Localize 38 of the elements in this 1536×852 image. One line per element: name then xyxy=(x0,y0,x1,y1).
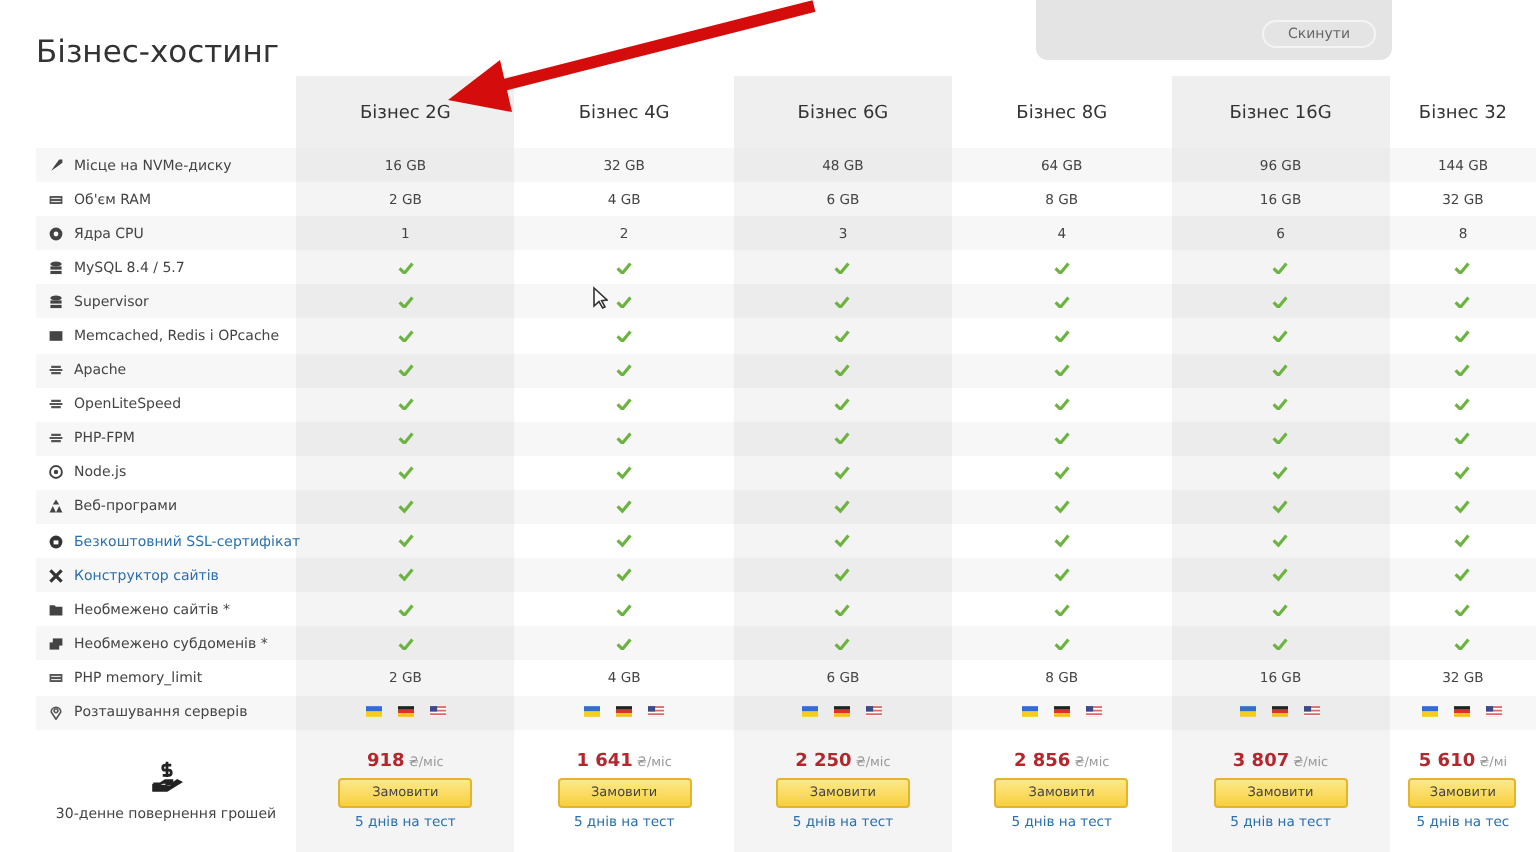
flag-icon xyxy=(802,706,819,718)
price: 2 856 xyxy=(1014,751,1071,772)
price: 5 610 xyxy=(1418,751,1476,772)
price: 3 807 xyxy=(1232,751,1290,772)
flag-icon xyxy=(1422,706,1439,718)
plan-name: Бізнес 8G xyxy=(1016,104,1108,124)
flag-icon xyxy=(397,706,414,718)
folder-icon xyxy=(48,601,64,618)
flag-icon xyxy=(834,706,851,718)
flag-icon xyxy=(866,706,883,718)
flag-icon xyxy=(429,706,446,718)
plan-name: Бізнес 32 xyxy=(1418,104,1508,124)
plan-name: Бізнес 2G xyxy=(359,104,451,124)
page-title: Бізнес-хостинг xyxy=(36,34,280,74)
plan-name: Бізнес 6G xyxy=(797,104,889,124)
flag-icon xyxy=(584,706,601,718)
flag-icon xyxy=(1240,706,1257,718)
database-icon xyxy=(48,293,64,310)
flag-icon xyxy=(1021,706,1038,718)
flag-icon xyxy=(1486,706,1503,718)
plan-name: Бізнес 16G xyxy=(1229,104,1332,124)
folders-icon xyxy=(48,635,64,652)
location-pin-icon xyxy=(48,704,64,721)
flag-icon xyxy=(1304,706,1321,718)
flag-icon xyxy=(1053,706,1070,718)
flag-icon xyxy=(616,706,633,718)
plan-name: Бізнес 4G xyxy=(578,104,670,124)
flag-icon xyxy=(1085,706,1102,718)
flag-icon xyxy=(365,706,382,718)
flag-icon xyxy=(1454,706,1471,718)
flag-icon xyxy=(1272,706,1289,718)
price: 918 xyxy=(367,751,405,772)
apps-icon xyxy=(48,498,64,515)
price: 1 641 xyxy=(576,751,633,772)
database-icon xyxy=(48,259,64,276)
hand-dollar-icon xyxy=(149,759,183,794)
price: 2 250 xyxy=(795,751,852,772)
flag-icon xyxy=(648,706,665,718)
